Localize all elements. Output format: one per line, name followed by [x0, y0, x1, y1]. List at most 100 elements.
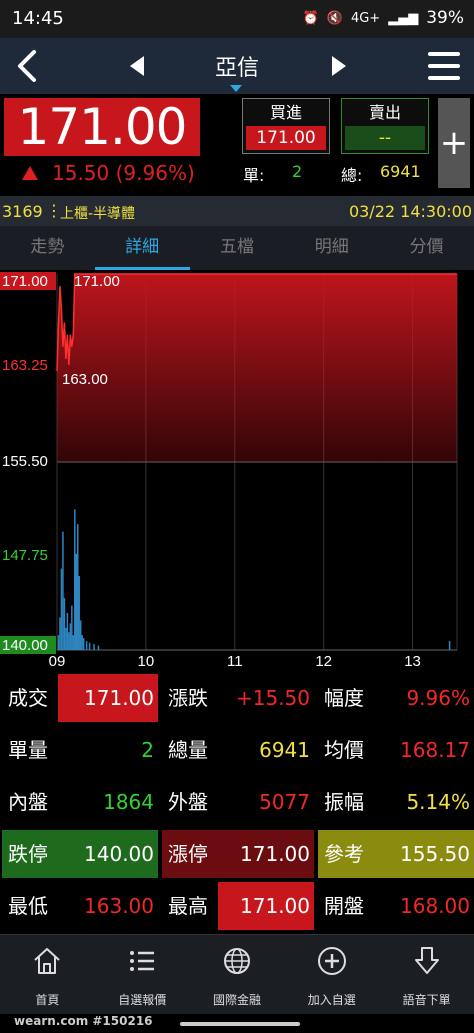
field-label: 跌停 — [8, 842, 48, 866]
title-dropdown-icon[interactable] — [230, 85, 242, 92]
signal-icon: ▂▄▆ — [388, 10, 419, 26]
status-time: 14:45 — [12, 8, 64, 29]
field-label: 單量 — [8, 738, 48, 762]
intraday-chart[interactable]: 171.00 163.25 155.50 147.75 140.0009 10 11 12 13… — [0, 270, 474, 670]
buy-price: 171.00 — [246, 126, 326, 150]
next-stock-icon[interactable] — [322, 50, 354, 82]
field-label: 漲跌 — [168, 686, 208, 710]
field-value: 2 — [141, 738, 154, 762]
sell-label: 賣出 — [368, 103, 401, 122]
unit-volume-value: 2 — [292, 162, 303, 181]
tab-price-distribution[interactable]: 分價 — [379, 226, 474, 270]
field-value: 140.00 — [84, 842, 154, 866]
view-tabs: 走勢 詳細 五檔 明細 分價 — [0, 226, 474, 270]
field-value: 9.96% — [406, 686, 470, 710]
total-volume-value: 6941 — [380, 162, 421, 181]
table-row: 單量 2 總量 6941 均價 168.17 — [0, 724, 474, 776]
bottom-tab-watchlist[interactable]: 自選報價 — [95, 935, 190, 1014]
field-value: +15.50 — [235, 686, 310, 710]
x-tick-label: 13 — [404, 653, 421, 670]
bottom-tab-international[interactable]: 國際金融 — [190, 935, 285, 1014]
field-value: 155.50 — [400, 842, 470, 866]
field-value: 168.17 — [400, 738, 470, 762]
bottom-tab-label: 自選報價 — [118, 993, 167, 1007]
up-arrow-icon — [22, 166, 38, 180]
field-value: 6941 — [259, 738, 310, 762]
field-value: 5077 — [259, 790, 310, 814]
alarm-icon: ⏰ — [302, 10, 319, 26]
y-tick-label: 163.25 — [2, 357, 48, 374]
bottom-tab-label: 加入自選 — [307, 993, 356, 1007]
field-value: 171.00 — [240, 894, 310, 918]
bottom-tab-label: 首頁 — [35, 993, 60, 1007]
mute-icon: 🔇 — [326, 10, 343, 26]
y-tick-label: 155.50 — [2, 453, 48, 470]
table-row: 跌停 140.00 漲停 171.00 參考 155.50 — [0, 828, 474, 880]
prev-stock-icon[interactable] — [122, 50, 154, 82]
total-volume-label: 總: — [341, 166, 363, 185]
buy-button[interactable]: 買進 171.00 — [242, 98, 330, 154]
table-row: 成交 171.00 漲跌 +15.50 幅度 9.96% — [0, 672, 474, 724]
x-tick-label: 10 — [138, 653, 155, 670]
stock-name: 亞信 — [214, 56, 259, 81]
tab-five-levels[interactable]: 五檔 — [190, 226, 285, 270]
field-label: 開盤 — [324, 894, 364, 918]
last-price: 171.00 — [17, 98, 188, 156]
field-label: 幅度 — [324, 686, 364, 710]
stock-code: 3169 — [2, 202, 43, 221]
field-label: 參考 — [324, 842, 364, 866]
field-value: 168.00 — [400, 894, 470, 918]
unit-volume-label: 單: — [243, 166, 265, 185]
status-icons: ⏰ 🔇 4G+ ▂▄▆ 39% — [303, 8, 464, 28]
field-value: 171.00 — [240, 842, 310, 866]
x-tick-label: 12 — [315, 653, 332, 670]
market-category: 上櫃-半導體 — [60, 206, 136, 222]
last-price-box: 171.00 — [4, 98, 200, 156]
quote-area: 171.00 15.50 (9.96%) 買進 171.00 賣出 -- + 單… — [0, 94, 474, 196]
bottom-tab-add-watchlist[interactable]: 加入自選 — [284, 935, 379, 1014]
buy-label: 買進 — [269, 103, 302, 122]
tab-ticks[interactable]: 明細 — [284, 226, 379, 270]
add-order-button[interactable]: + — [438, 98, 470, 188]
download-arrow-icon — [414, 947, 439, 974]
price-area — [57, 274, 457, 462]
bottom-tab-voice-order[interactable]: 語音下單 — [379, 935, 474, 1014]
field-label: 最低 — [8, 894, 48, 918]
bottom-tab-home[interactable]: 首頁 — [0, 935, 95, 1014]
sell-price: -- — [345, 126, 425, 150]
battery-text: 39% — [426, 8, 464, 28]
field-label: 振幅 — [324, 790, 364, 814]
stock-info-bar: 3169 ⋮ 上櫃-半導體 03/22 14:30:00 — [0, 196, 474, 226]
field-value: 171.00 — [84, 686, 154, 710]
tab-detail[interactable]: 詳細 — [94, 226, 190, 270]
home-indicator[interactable] — [180, 1022, 300, 1026]
x-tick-label: 09 — [49, 653, 66, 670]
list-icon — [130, 951, 155, 971]
menu-icon[interactable] — [424, 46, 464, 86]
field-label: 均價 — [324, 738, 364, 762]
field-label: 外盤 — [168, 790, 208, 814]
home-icon — [34, 948, 61, 974]
sell-button[interactable]: 賣出 -- — [341, 98, 429, 154]
add-circle-icon — [317, 947, 346, 975]
y-tick-label: 171.00 — [2, 273, 48, 290]
quote-datetime: 03/22 14:30:00 — [348, 202, 472, 221]
watermark: wearn.com #150216 — [14, 1014, 153, 1028]
network-label: 4G+ — [350, 10, 381, 26]
table-row: 最低 163.00 最高 171.00 開盤 168.00 — [0, 880, 474, 932]
field-label: 最高 — [168, 894, 208, 918]
tab-trend[interactable]: 走勢 — [0, 226, 95, 270]
bottom-tab-bar: 首頁 自選報價 國際金融 加入自選 語音下單 — [0, 934, 474, 1014]
field-value: 163.00 — [84, 894, 154, 918]
status-bar: 14:45 ⏰ 🔇 4G+ ▂▄▆ 39% — [0, 0, 474, 38]
field-label: 漲停 — [168, 842, 208, 866]
field-value: 5.14% — [406, 790, 470, 814]
y-tick-label: 140.00 — [2, 637, 48, 654]
nav-bar: 亞信 — [0, 38, 474, 94]
quote-detail-table: 成交 171.00 漲跌 +15.50 幅度 9.96% 單量 2 總量 6941 均價 168.17… — [0, 672, 474, 932]
field-label: 總量 — [168, 738, 208, 762]
back-icon[interactable] — [8, 46, 48, 86]
low-annotation: 163.00 — [62, 371, 108, 388]
bottom-tab-label: 語音下單 — [402, 993, 451, 1007]
table-row: 內盤 1864 外盤 5077 振幅 5.14% — [0, 776, 474, 828]
